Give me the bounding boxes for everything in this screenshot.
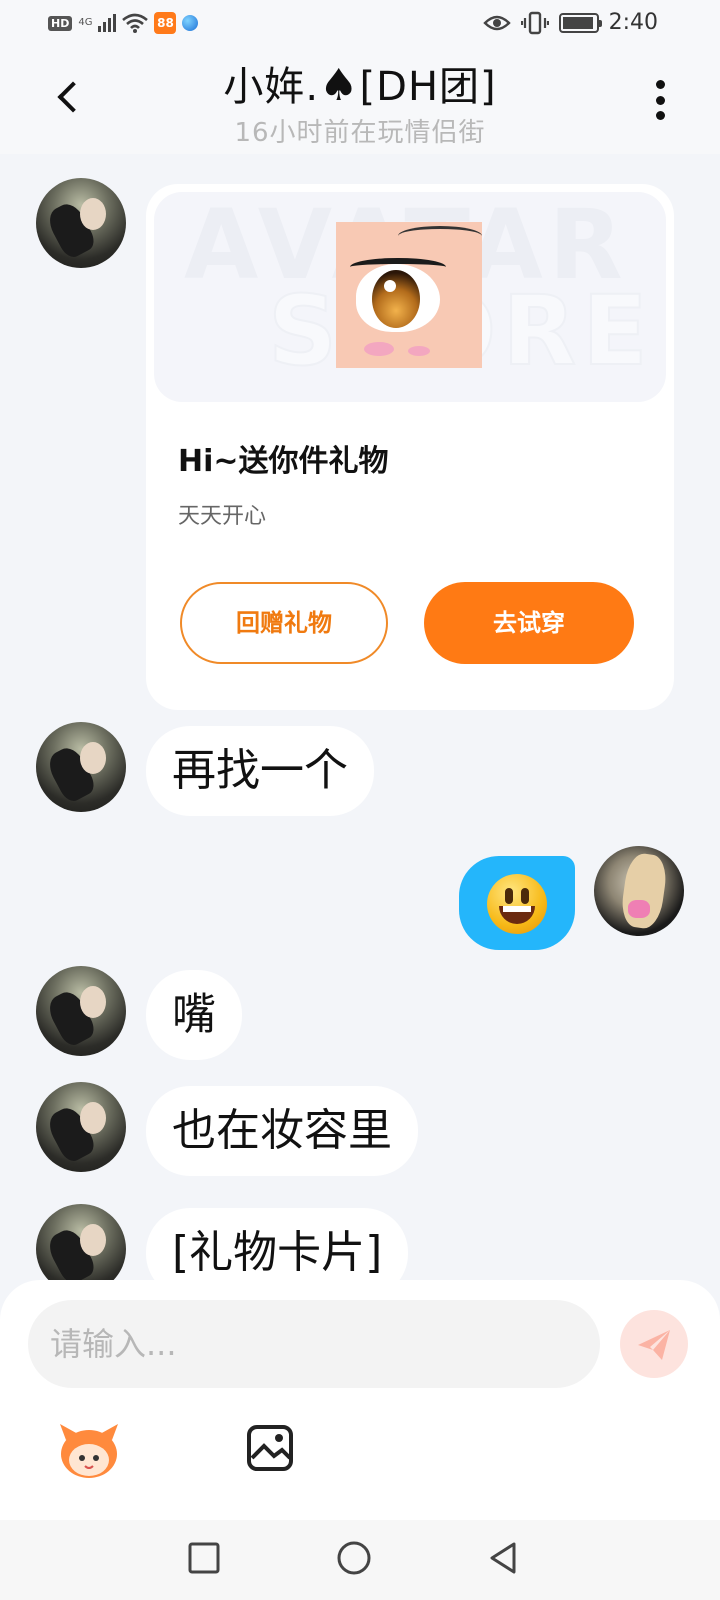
mascot-sticker-icon[interactable] [56,1420,122,1480]
status-left: HD 4G 88 [48,12,199,34]
system-nav-bar [0,1520,720,1600]
eyebrow [398,226,482,246]
message-input-wrapper[interactable] [28,1300,600,1388]
dot [655,111,665,120]
paper-plane-icon [638,1330,670,1360]
dot [655,80,665,89]
grinning-face-icon [487,874,547,934]
chat-title: 小姩.♠[DH团] [0,54,720,112]
send-button[interactable] [620,1310,688,1378]
recent-apps-button[interactable] [182,1536,226,1580]
battery-icon [558,12,602,33]
contact-avatar[interactable] [36,722,126,812]
square-icon [188,1542,220,1574]
eye-shine [384,280,396,292]
emoji-eye [505,888,513,904]
hd-badge: HD [48,15,73,31]
clock: 2:40 [608,10,658,35]
eyelash [350,258,446,276]
more-options-button[interactable] [648,78,672,122]
blush [364,342,394,356]
image-icon[interactable] [246,1424,294,1472]
title-suffix: [DH团] [359,64,497,110]
contact-avatar[interactable] [36,178,126,268]
emoji-eye [521,888,529,904]
home-button[interactable] [332,1536,376,1580]
network-label: 4G [78,17,93,28]
contact-avatar[interactable] [36,1082,126,1172]
vibrate-icon [520,11,549,34]
my-avatar[interactable] [594,846,684,936]
status-right: 2:40 [482,10,658,35]
blush [408,346,430,356]
eye-icon [482,15,511,30]
signal-icon [98,14,117,32]
message-input[interactable] [28,1300,600,1388]
battery-level [562,16,594,29]
circle-icon [337,1541,371,1575]
try-on-button[interactable]: 去试穿 [424,582,634,664]
composer-panel [0,1280,720,1520]
back-nav-button[interactable] [482,1536,526,1580]
triangle-back-icon [490,1542,516,1574]
app-notification-icon: 88 [154,12,177,34]
dot [655,95,665,105]
contact-avatar[interactable] [36,966,126,1056]
gift-subtitle: 天天开心 [178,504,267,529]
return-gift-button[interactable]: 回赠礼物 [180,582,388,664]
chat-header: 小姩.♠[DH团] 16小时前在玩情侣街 [0,48,720,154]
emoji-message-bubble[interactable] [459,856,575,950]
gift-title: Hi~送你件礼物 [178,444,389,479]
title-prefix: 小姩. [223,64,320,110]
message-bubble[interactable]: 再找一个 [146,726,374,816]
eye-iris [372,270,420,328]
gift-card[interactable]: AVATAR STORE Hi~送你件礼物 天天开心 回赠礼物 去试穿 [146,184,674,710]
emoji-mouth [499,906,535,924]
spade-icon: ♠ [319,60,360,111]
last-active-status: 16小时前在玩情侣街 [234,118,486,148]
wifi-icon [122,13,149,33]
gift-banner: AVATAR STORE [154,192,666,402]
browser-notification-icon [182,15,199,31]
message-bubble[interactable]: 嘴 [146,970,242,1060]
status-bar: HD 4G 88 2:40 [0,0,720,48]
gift-item-image[interactable] [336,222,482,368]
message-bubble[interactable]: 也在妆容里 [146,1086,418,1176]
